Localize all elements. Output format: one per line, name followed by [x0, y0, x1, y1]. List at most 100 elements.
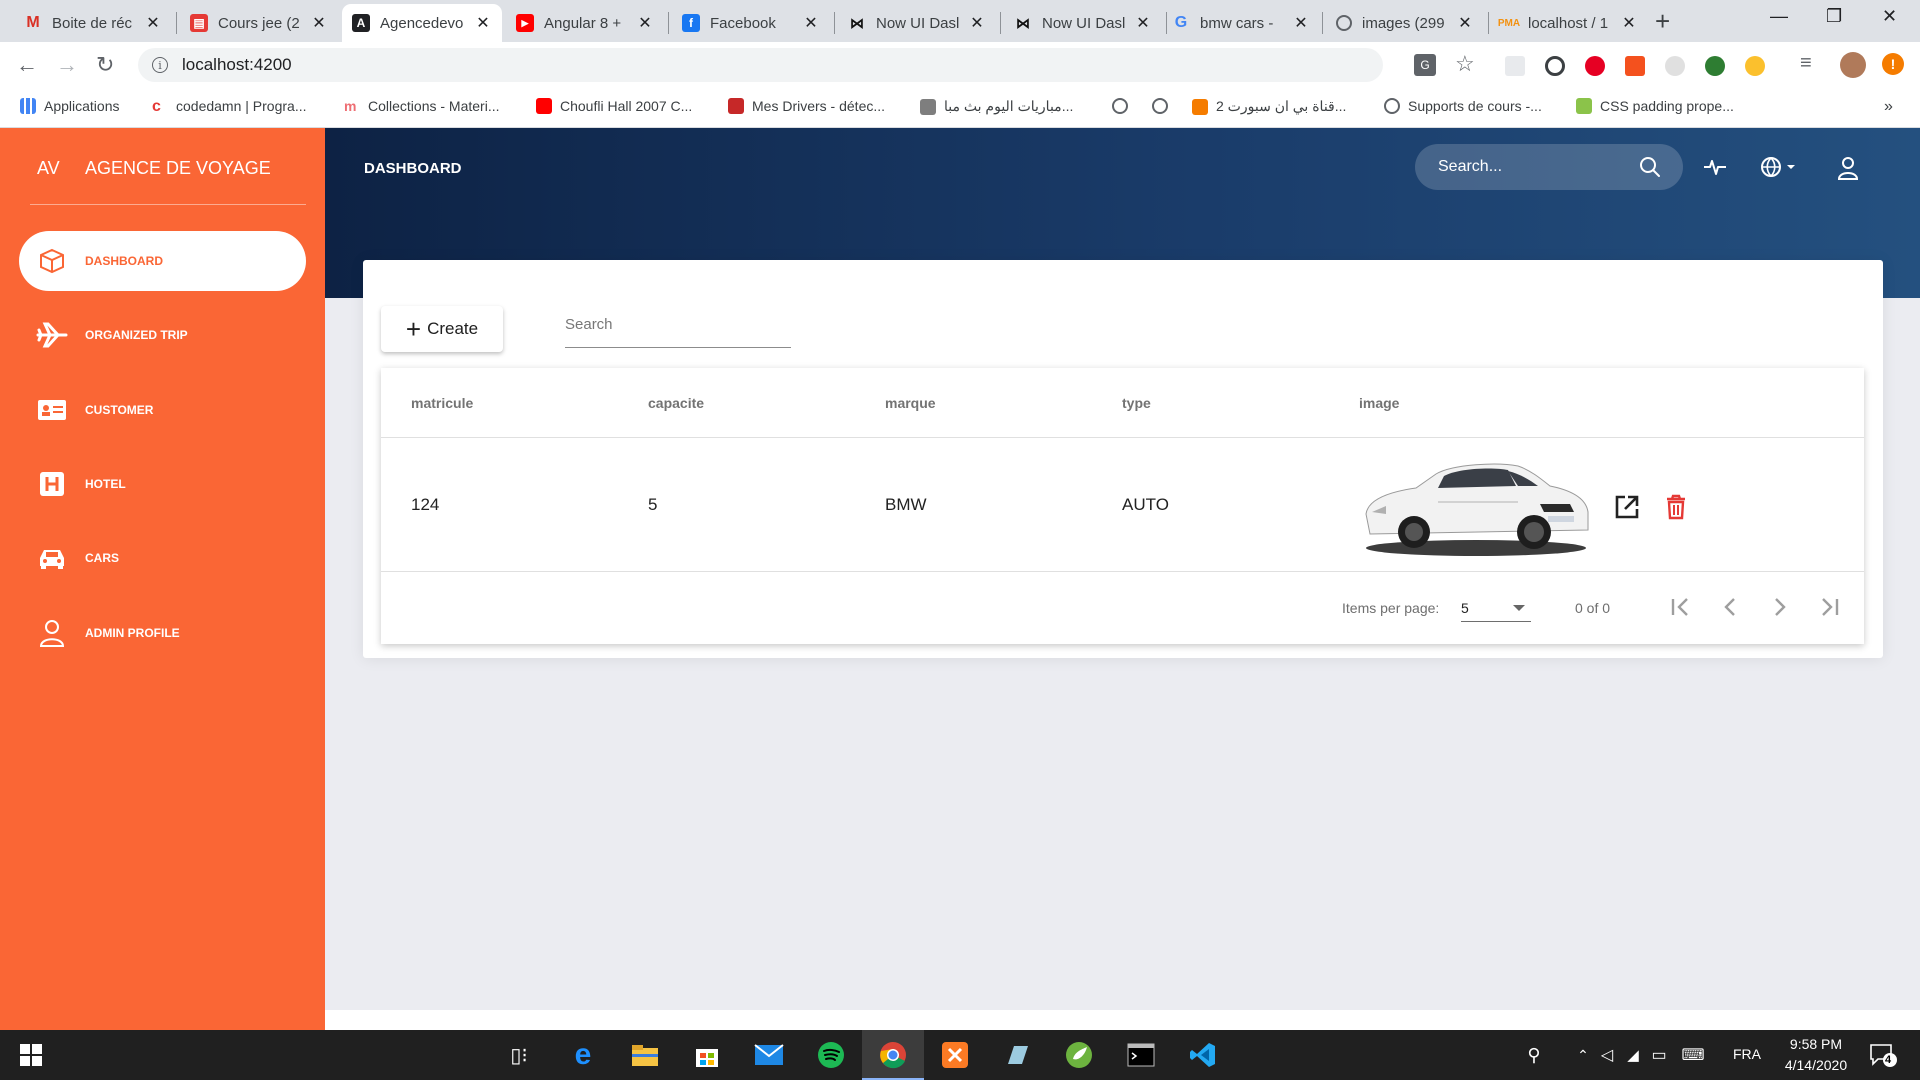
close-icon[interactable]: ✕ — [1292, 13, 1310, 33]
sidebar-item-cars[interactable]: CARS — [19, 528, 306, 588]
language-indicator[interactable]: FRA — [1733, 1046, 1761, 1062]
restore-icon[interactable]: ❐ — [1826, 6, 1842, 27]
open-external-icon[interactable] — [1614, 494, 1640, 520]
reload-icon[interactable]: ↻ — [96, 52, 114, 78]
last-page-icon[interactable] — [1817, 594, 1843, 620]
bookmark-item[interactable]: CSS padding prope... — [1576, 98, 1734, 114]
browser-tab[interactable]: M Boite de réc ✕ — [14, 4, 172, 42]
logo[interactable]: AV AGENCE DE VOYAGE — [37, 158, 271, 179]
chrome-icon[interactable] — [876, 1038, 910, 1072]
pulse-icon[interactable] — [1703, 156, 1727, 183]
omnibox[interactable]: i localhost:4200 — [138, 48, 1383, 82]
spotify-icon[interactable] — [814, 1038, 848, 1072]
terminal-icon[interactable] — [1124, 1038, 1158, 1072]
close-icon[interactable]: ✕ — [144, 13, 162, 33]
bookmark-globe[interactable] — [1152, 98, 1176, 114]
browser-tab[interactable]: G bmw cars - ✕ — [1162, 4, 1320, 42]
avatar[interactable] — [1840, 52, 1866, 78]
clock-date[interactable]: 4/14/2020 — [1776, 1057, 1856, 1073]
task-view-icon[interactable]: ▯⁝ — [502, 1038, 536, 1072]
browser-tab[interactable]: f Facebook ✕ — [672, 4, 830, 42]
close-icon[interactable]: ✕ — [474, 13, 492, 33]
close-icon[interactable]: ✕ — [1134, 13, 1152, 33]
sidebar-item-organized-trip[interactable]: ORGANIZED TRIP — [19, 305, 306, 365]
close-icon[interactable]: ✕ — [802, 13, 820, 33]
sidebar-item-dashboard[interactable]: DASHBOARD — [19, 231, 306, 291]
bookmark-item[interactable]: m Collections - Materi... — [344, 98, 499, 114]
bookmark-item[interactable]: مباريات اليوم بث مبا... — [920, 98, 1073, 115]
bookmark-globe[interactable] — [1112, 98, 1136, 114]
browser-tab[interactable]: PMA localhost / 1 ✕ — [1490, 4, 1648, 42]
items-per-page-select[interactable]: 5 — [1461, 594, 1531, 622]
extension-icon[interactable] — [1505, 56, 1525, 76]
browser-tab[interactable]: ⋈ Now UI Dasl ✕ — [1004, 4, 1162, 42]
office-extension-icon[interactable] — [1625, 56, 1645, 76]
people-icon[interactable]: ⚲ — [1517, 1038, 1551, 1072]
browser-tab[interactable]: ▶ Angular 8 + ✕ — [506, 4, 664, 42]
notepad-icon[interactable] — [1000, 1038, 1034, 1072]
clock-time[interactable]: 9:58 PM — [1786, 1036, 1846, 1052]
bookmark-item[interactable]: Choufli Hall 2007 C... — [536, 98, 692, 114]
browser-tab[interactable]: ▤ Cours jee (2 ✕ — [180, 4, 338, 42]
back-icon[interactable]: ← — [16, 52, 38, 78]
playlist-icon[interactable]: ≡ — [1800, 52, 1812, 75]
previous-page-icon[interactable] — [1717, 594, 1743, 620]
cell-type: AUTO — [1122, 495, 1169, 514]
spring-icon[interactable] — [1062, 1038, 1096, 1072]
new-tab-button[interactable]: + — [1655, 6, 1670, 37]
forward-icon[interactable]: → — [56, 52, 78, 78]
close-icon[interactable]: ✕ — [310, 13, 328, 33]
first-page-icon[interactable] — [1667, 594, 1693, 620]
bookmarks-overflow[interactable]: » — [1884, 98, 1893, 116]
opera-extension-icon[interactable] — [1585, 56, 1605, 76]
keyboard-icon[interactable]: ⌨ — [1676, 1038, 1710, 1072]
close-icon[interactable]: ✕ — [968, 13, 986, 33]
next-page-icon[interactable] — [1767, 594, 1793, 620]
header-search-input[interactable]: Search... — [1415, 144, 1683, 190]
user-profile-icon[interactable] — [1837, 156, 1859, 185]
bookmark-item[interactable]: Mes Drivers - détec... — [728, 98, 885, 114]
sidebar-item-admin-profile[interactable]: ADMIN PROFILE — [19, 603, 306, 663]
cell-marque: BMW — [885, 495, 927, 514]
info-icon[interactable]: i — [152, 57, 168, 73]
minimize-icon[interactable]: — — [1770, 6, 1788, 27]
close-icon[interactable]: ✕ — [636, 13, 654, 33]
close-window-icon[interactable]: ✕ — [1882, 6, 1897, 27]
vscode-icon[interactable] — [1186, 1038, 1220, 1072]
block-extension-icon[interactable] — [1545, 56, 1565, 76]
globe-dropdown-icon[interactable] — [1760, 156, 1800, 183]
page-title[interactable]: DASHBOARD — [364, 160, 462, 177]
extension-icon[interactable] — [1665, 56, 1685, 76]
bookmark-item[interactable]: Supports de cours -... — [1384, 98, 1542, 114]
sidebar-item-hotel[interactable]: HOTEL — [19, 454, 306, 514]
delete-icon[interactable] — [1663, 494, 1689, 520]
search-icon[interactable] — [1639, 156, 1661, 183]
close-icon[interactable]: ✕ — [1620, 13, 1638, 33]
extension-icon[interactable] — [1705, 56, 1725, 76]
browser-tab[interactable]: images (299 ✕ — [1326, 4, 1484, 42]
edge-icon[interactable]: e — [566, 1038, 600, 1072]
sidebar-item-customer[interactable]: CUSTOMER — [19, 380, 306, 440]
store-icon[interactable] — [690, 1038, 724, 1072]
close-icon[interactable]: ✕ — [1456, 13, 1474, 33]
bookmark-item[interactable]: Applications — [20, 98, 120, 114]
translate-icon[interactable]: G — [1414, 54, 1436, 76]
windows-start-icon[interactable] — [14, 1038, 48, 1072]
tab-divider — [176, 12, 177, 34]
browser-tab-active[interactable]: A Agencedevo ✕ — [342, 4, 502, 42]
url-text[interactable]: localhost:4200 — [182, 55, 292, 75]
file-explorer-icon[interactable] — [628, 1038, 662, 1072]
bookmark-item[interactable]: قناة بي ان سبورت 2... — [1192, 98, 1346, 115]
table-search-field[interactable] — [565, 312, 791, 348]
xampp-icon[interactable] — [938, 1038, 972, 1072]
battery-icon[interactable]: ▭ — [1642, 1038, 1676, 1072]
update-alert-icon[interactable]: ! — [1882, 53, 1904, 75]
bookmark-item[interactable]: c codedamn | Progra... — [152, 98, 306, 115]
tab-title: localhost / 1 — [1528, 14, 1609, 32]
create-button[interactable]: + Create — [381, 306, 503, 352]
mail-icon[interactable] — [752, 1038, 786, 1072]
extension-icon[interactable] — [1745, 56, 1765, 76]
star-icon[interactable]: ☆ — [1455, 51, 1475, 77]
table-search-input[interactable] — [565, 312, 791, 333]
browser-tab[interactable]: ⋈ Now UI Dasl ✕ — [838, 4, 996, 42]
